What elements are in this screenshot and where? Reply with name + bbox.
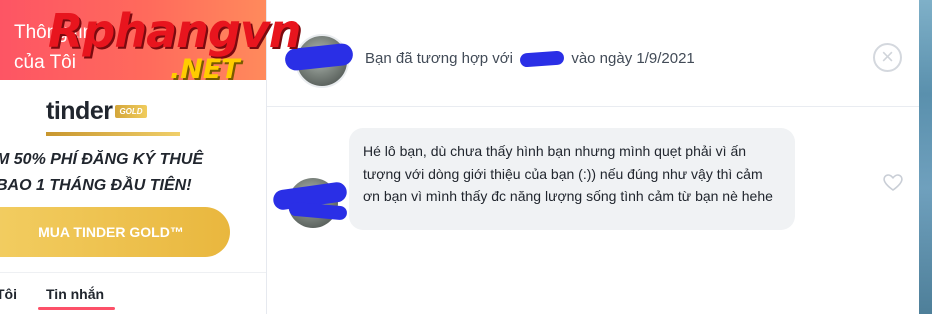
gold-badge: GOLD <box>115 104 147 118</box>
profile-header[interactable]: Thông tin của Tôi <box>0 0 266 80</box>
background-image-strip <box>919 0 932 314</box>
tinder-wordmark: tinder <box>46 96 113 125</box>
message-bubble: Hé lô bạn, dù chưa thấy hình bạn nhưng m… <box>349 128 795 230</box>
match-text-suffix: vào ngày 1/9/2021 <box>571 50 695 67</box>
sidebar: Thông tin của Tôi tinder GOLD M 50% PHÍ … <box>0 0 267 314</box>
match-date-text: Bạn đã tương hợp với vào ngày 1/9/2021 <box>365 50 695 68</box>
sidebar-divider <box>0 272 266 273</box>
redacted-name <box>519 50 565 68</box>
tab-me[interactable]: Tôi <box>0 286 17 302</box>
buy-tinder-gold-button[interactable]: MUA TINDER GOLD™ <box>0 207 230 257</box>
match-text-prefix: Bạn đã tương hợp với <box>365 50 513 67</box>
close-icon[interactable]: × <box>873 43 902 72</box>
match-info-bar: Bạn đã tương hợp với vào ngày 1/9/2021 × <box>267 6 919 107</box>
tinder-gold-logo: tinder GOLD <box>46 96 147 126</box>
active-tab-indicator <box>38 307 115 310</box>
promo-line-2: BAO 1 THÁNG ĐẦU TIÊN! <box>0 177 192 194</box>
gold-divider <box>46 132 180 136</box>
tab-messages[interactable]: Tin nhắn <box>46 286 104 302</box>
promo-line-1: M 50% PHÍ ĐĂNG KÝ THUÊ <box>0 151 204 168</box>
heart-icon[interactable] <box>881 170 905 194</box>
chat-panel: Bạn đã tương hợp với vào ngày 1/9/2021 ×… <box>267 6 919 314</box>
profile-header-title: Thông tin của Tôi <box>14 22 94 73</box>
